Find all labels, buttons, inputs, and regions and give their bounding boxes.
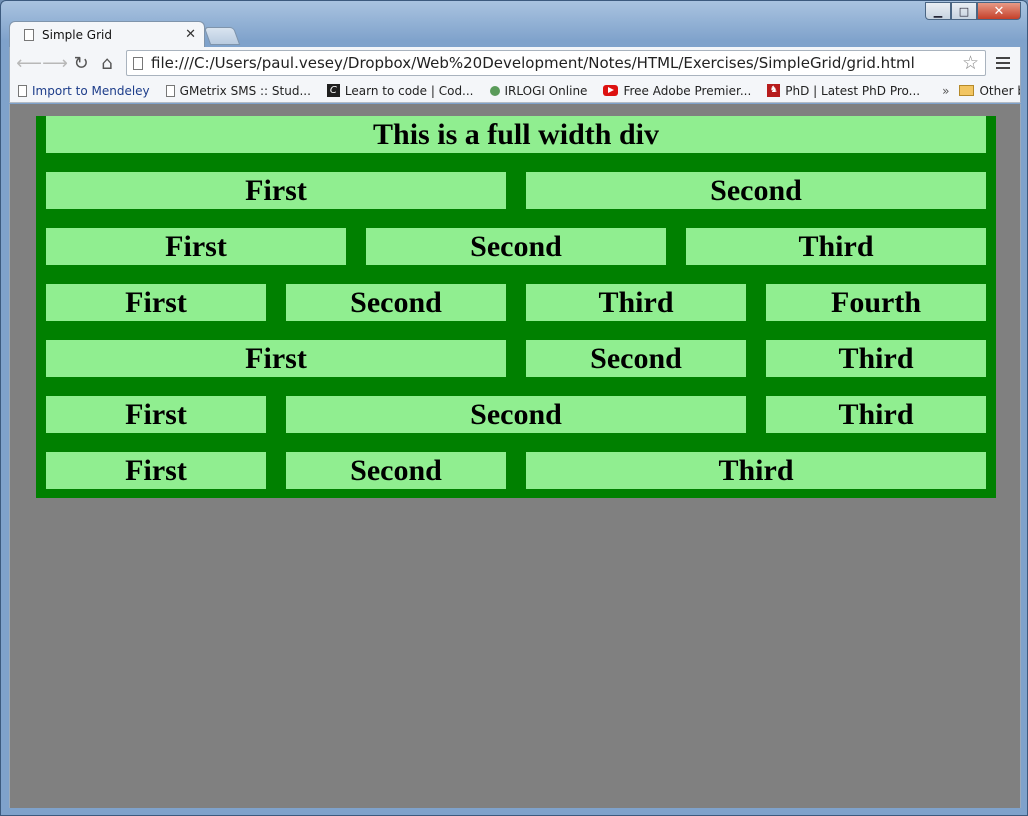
grid-cell: Second bbox=[286, 284, 506, 321]
close-window-button[interactable]: ✕ bbox=[977, 2, 1021, 20]
grid-row: First Second bbox=[46, 172, 986, 228]
grid-container: This is a full width div First Second Fi… bbox=[36, 116, 996, 498]
bookmark-label: Import to Mendeley bbox=[32, 83, 150, 98]
menu-icon[interactable] bbox=[992, 50, 1014, 76]
bookmark-star-icon[interactable]: ☆ bbox=[962, 52, 979, 74]
bookmark-label: Learn to code | Cod... bbox=[344, 83, 474, 98]
window-controls: ▁ □ ✕ bbox=[925, 2, 1021, 22]
tab-simple-grid[interactable]: Simple Grid ✕ bbox=[9, 21, 205, 47]
grid-cell: First bbox=[46, 452, 266, 489]
page-icon bbox=[165, 84, 175, 97]
bookmark-label: IRLOGI Online bbox=[504, 83, 588, 98]
grid-cell: Third bbox=[526, 452, 986, 489]
grid-cell: Second bbox=[286, 452, 506, 489]
tab-close-icon[interactable]: ✕ bbox=[185, 27, 196, 42]
page-icon bbox=[24, 28, 34, 41]
grid-row: This is a full width div bbox=[46, 116, 986, 172]
grid-cell: Third bbox=[686, 228, 986, 265]
page-icon bbox=[18, 84, 27, 97]
youtube-icon bbox=[603, 85, 619, 96]
grid-row: First Second Third bbox=[46, 452, 986, 508]
grid-cell: First bbox=[46, 284, 266, 321]
grid-row: First Second Third bbox=[46, 340, 986, 396]
bookmark-codecademy[interactable]: C Learn to code | Cod... bbox=[326, 83, 474, 98]
bookmarks-bar: Import to Mendeley GMetrix SMS :: Stud..… bbox=[9, 79, 1021, 103]
new-tab-button[interactable] bbox=[203, 27, 241, 45]
page-viewport: This is a full width div First Second Fi… bbox=[9, 104, 1021, 808]
url-text[interactable]: file:///C:/Users/paul.vesey/Dropbox/Web%… bbox=[151, 54, 958, 72]
grid-cell: Third bbox=[526, 284, 746, 321]
maximize-button[interactable]: □ bbox=[951, 2, 977, 20]
folder-icon bbox=[959, 85, 975, 96]
browser-window: ▁ □ ✕ Simple Grid ✕ ⟵ ⟶ ↻ ⌂ file:///C:/U… bbox=[0, 0, 1028, 816]
grid-cell: Fourth bbox=[766, 284, 986, 321]
file-icon bbox=[133, 56, 143, 70]
grid-cell: Second bbox=[286, 396, 746, 433]
bookmark-irlogi[interactable]: IRLOGI Online bbox=[489, 83, 588, 98]
browser-toolbar: ⟵ ⟶ ↻ ⌂ file:///C:/Users/paul.vesey/Drop… bbox=[9, 47, 1021, 79]
bookmark-gmetrix[interactable]: GMetrix SMS :: Stud... bbox=[165, 83, 311, 98]
grid-cell: First bbox=[46, 172, 506, 209]
grid-cell: First bbox=[46, 340, 506, 377]
grid-row: First Second Third Fourth bbox=[46, 284, 986, 340]
home-icon[interactable]: ⌂ bbox=[94, 50, 120, 76]
grid-row: First Second Third bbox=[46, 396, 986, 452]
grid-cell: Third bbox=[766, 396, 986, 433]
codecademy-icon: C bbox=[326, 84, 340, 97]
back-icon[interactable]: ⟵ bbox=[16, 50, 42, 76]
grid-cell: Third bbox=[766, 340, 986, 377]
grid-cell: Second bbox=[526, 340, 746, 377]
bookmark-label: Other bookmarks bbox=[979, 83, 1020, 98]
grid-row: First Second Third bbox=[46, 228, 986, 284]
bookmark-adobe-premiere[interactable]: Free Adobe Premier... bbox=[603, 84, 751, 98]
bookmark-import-to-mendeley[interactable]: Import to Mendeley bbox=[18, 84, 150, 98]
bookmark-label: Free Adobe Premier... bbox=[623, 83, 752, 98]
reload-icon[interactable]: ↻ bbox=[68, 50, 94, 76]
grid-cell: Second bbox=[526, 172, 986, 209]
grid-cell: This is a full width div bbox=[46, 116, 986, 153]
other-bookmarks[interactable]: Other bookmarks bbox=[959, 83, 1020, 98]
minimize-button[interactable]: ▁ bbox=[925, 2, 951, 20]
bookmark-label: GMetrix SMS :: Stud... bbox=[179, 83, 311, 98]
bookmark-phd[interactable]: ♞ PhD | Latest PhD Pro... bbox=[767, 84, 920, 98]
forward-icon[interactable]: ⟶ bbox=[42, 50, 68, 76]
grid-cell: First bbox=[46, 396, 266, 433]
phd-icon: ♞ bbox=[767, 84, 781, 97]
grid-cell: Second bbox=[366, 228, 666, 265]
tab-title: Simple Grid bbox=[42, 27, 112, 42]
address-bar[interactable]: file:///C:/Users/paul.vesey/Dropbox/Web%… bbox=[126, 50, 986, 76]
tab-strip: Simple Grid ✕ bbox=[9, 21, 241, 47]
bookmarks-overflow-chevron[interactable]: » bbox=[942, 84, 949, 98]
irlogi-icon bbox=[489, 85, 500, 96]
grid-cell: First bbox=[46, 228, 346, 265]
bookmark-label: PhD | Latest PhD Pro... bbox=[785, 83, 921, 98]
